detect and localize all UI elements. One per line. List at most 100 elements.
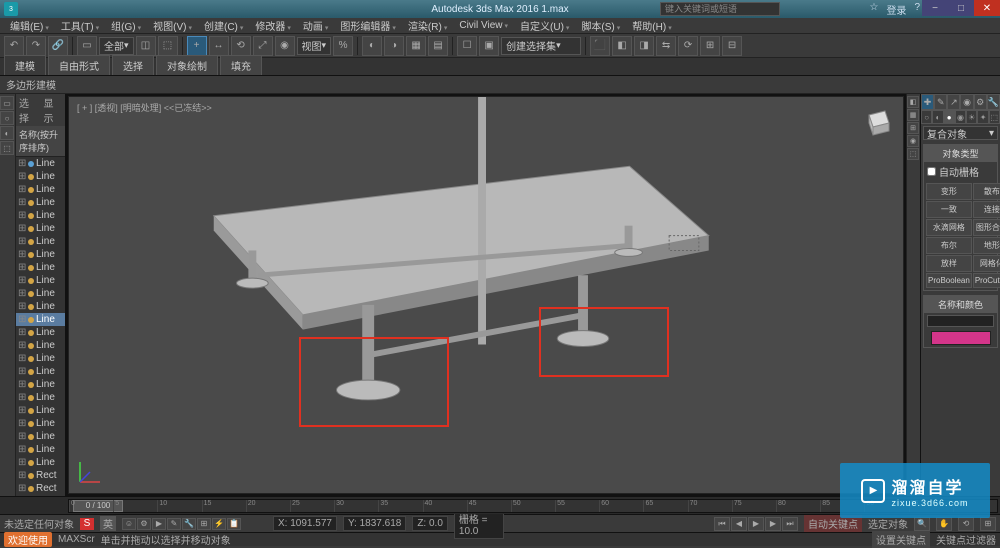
cp-tab-utilities[interactable]: 🔧	[987, 94, 1000, 110]
ribbon-tab-modeling[interactable]: 建模	[4, 55, 46, 75]
ime-tool-icon[interactable]: ▶	[152, 518, 166, 530]
lt-btn-1[interactable]: ▭	[0, 96, 14, 110]
menu-create[interactable]: 创建(C)	[200, 18, 247, 33]
viewcube[interactable]	[857, 103, 897, 143]
scene-item[interactable]: ⊞Line	[16, 196, 65, 209]
cp-tab-modify[interactable]: ✎	[934, 94, 947, 110]
maximize-button[interactable]: □	[948, 0, 974, 16]
selection-set-dropdown[interactable]: 创建选择集 ▾	[501, 37, 581, 55]
next-frame-button[interactable]: ▶	[765, 517, 781, 531]
move-button[interactable]: +	[187, 36, 207, 56]
ribbon-tab-freeform[interactable]: 自由形式	[48, 55, 110, 75]
scene-item[interactable]: ⊞Line	[16, 417, 65, 430]
scene-item[interactable]: ⊞Line	[16, 404, 65, 417]
menu-civilview[interactable]: Civil View	[455, 20, 512, 31]
scene-item[interactable]: ⊞Line	[16, 339, 65, 352]
scene-item[interactable]: ⊞Line	[16, 287, 65, 300]
ime-tool-icon[interactable]: ✎	[167, 518, 181, 530]
menu-edit[interactable]: 编辑(E)	[6, 18, 53, 33]
nav-orbit-button[interactable]: ⟲	[958, 517, 974, 531]
cp-category-dropdown[interactable]: 复合对象▾	[923, 126, 998, 140]
scene-item[interactable]: ⊞Line	[16, 443, 65, 456]
angle-snap-button[interactable]: ◑	[384, 36, 404, 56]
nav-zoom-button[interactable]: 🔍	[914, 517, 930, 531]
ribbon-tab-selection[interactable]: 选择	[112, 55, 154, 75]
ime-tool-icon[interactable]: 🔧	[182, 518, 196, 530]
move-tool-button[interactable]: ↔	[209, 36, 229, 56]
cp-tab-motion[interactable]: ◉	[960, 94, 973, 110]
select-button[interactable]: ▭	[77, 36, 97, 56]
scene-item[interactable]: ⊞Line	[16, 326, 65, 339]
menu-grapheditors[interactable]: 图形编辑器	[336, 18, 400, 33]
view-dropdown[interactable]: 视图 ▾	[297, 37, 332, 55]
autogrid-checkbox[interactable]	[927, 167, 936, 176]
viewport-perspective[interactable]: [ + ] [透视] [明暗处理] <<已冻结>>	[68, 96, 904, 494]
nav-max-button[interactable]: ⊞	[980, 517, 996, 531]
mirror-button[interactable]: ▣	[479, 36, 499, 56]
ribbon-tab-populate[interactable]: 填充	[220, 55, 262, 75]
lt-btn-2[interactable]: ○	[0, 111, 14, 125]
cp-sub-helpers[interactable]: ☀	[966, 110, 977, 124]
material-button[interactable]: ⟳	[678, 36, 698, 56]
objtype-button[interactable]: ProBoolean	[926, 273, 972, 288]
objtype-button[interactable]: 一致	[926, 201, 972, 218]
objtype-button[interactable]: 放样	[926, 255, 972, 272]
objtype-button[interactable]: 布尔	[926, 237, 972, 254]
scene-item[interactable]: ⊞Line	[16, 430, 65, 443]
rt-btn-1[interactable]: ◧	[907, 96, 919, 108]
menu-view[interactable]: 视图(V)	[149, 18, 196, 33]
coord-y[interactable]: Y: 1837.618	[343, 516, 406, 531]
render-setup-button[interactable]: ⊞	[700, 36, 720, 56]
scene-item[interactable]: ⊞Line	[16, 248, 65, 261]
menu-rendering[interactable]: 渲染(R)	[404, 18, 451, 33]
scene-item[interactable]: ⊞Line	[16, 391, 65, 404]
rotate-button[interactable]: ⟲	[231, 36, 251, 56]
objtype-button[interactable]: 网格化	[973, 255, 1000, 272]
scene-item[interactable]: ⊞Rect	[16, 469, 65, 482]
spinner-snap-button[interactable]: ▤	[428, 36, 448, 56]
star-icon[interactable]: ☆	[869, 2, 878, 17]
rt-btn-4[interactable]: ◉	[907, 135, 919, 147]
curve-editor-button[interactable]: ◨	[634, 36, 654, 56]
redo-button[interactable]: ↷	[26, 36, 46, 56]
schematic-button[interactable]: ⇆	[656, 36, 676, 56]
scene-item[interactable]: ⊞Rect	[16, 482, 65, 495]
scene-item[interactable]: ⊞Line	[16, 274, 65, 287]
help-search-input[interactable]: 键入关键词或短语	[660, 2, 780, 16]
coord-z[interactable]: Z: 0.0	[412, 516, 448, 531]
scene-item[interactable]: ⊞Line	[16, 183, 65, 196]
ime-indicator[interactable]: S	[80, 518, 94, 530]
scale-button[interactable]: ⤢	[253, 36, 273, 56]
named-sel-button[interactable]: ☐	[457, 36, 477, 56]
select-rect-button[interactable]: ◫	[136, 36, 156, 56]
menu-tools[interactable]: 工具(T)	[57, 18, 103, 33]
scene-item[interactable]: ⊞Line	[16, 261, 65, 274]
undo-button[interactable]: ↶	[4, 36, 24, 56]
objtype-button[interactable]: 散布	[973, 183, 1000, 200]
rt-btn-5[interactable]: ⬚	[907, 148, 919, 160]
scene-header[interactable]: 名称(按升序排序)	[16, 126, 65, 157]
rt-btn-2[interactable]: ▦	[907, 109, 919, 121]
ime-tool-icon[interactable]: ⊞	[197, 518, 211, 530]
goto-start-button[interactable]: ⏮	[714, 517, 730, 531]
cp-sub-cameras[interactable]: ◉	[955, 110, 966, 124]
refsys-button[interactable]: ◉	[275, 36, 295, 56]
axis-gizmo[interactable]	[75, 457, 105, 487]
scene-item[interactable]: ⊞Line	[16, 209, 65, 222]
prev-frame-button[interactable]: ◀	[731, 517, 747, 531]
link-button[interactable]: 🔗	[48, 36, 68, 56]
menu-customize[interactable]: 自定义(U)	[516, 18, 573, 33]
signin-link[interactable]: 登录	[886, 2, 906, 17]
align-button[interactable]: ⬛	[590, 36, 610, 56]
scene-tab-select[interactable]: 选择	[19, 95, 38, 125]
cp-sub-space[interactable]: ✦	[977, 110, 988, 124]
lt-btn-3[interactable]: ◐	[0, 126, 14, 140]
percent-button[interactable]: %	[333, 36, 353, 56]
rt-btn-3[interactable]: ⊞	[907, 122, 919, 134]
objtype-button[interactable]: 连接	[973, 201, 1000, 218]
play-button[interactable]: ▶	[748, 517, 764, 531]
menu-group[interactable]: 组(G)	[107, 18, 145, 33]
maxscript-label[interactable]: MAXScr	[58, 534, 95, 545]
ime-tool-icon[interactable]: ⚡	[212, 518, 226, 530]
cp-tab-hierarchy[interactable]: ↗	[947, 94, 960, 110]
